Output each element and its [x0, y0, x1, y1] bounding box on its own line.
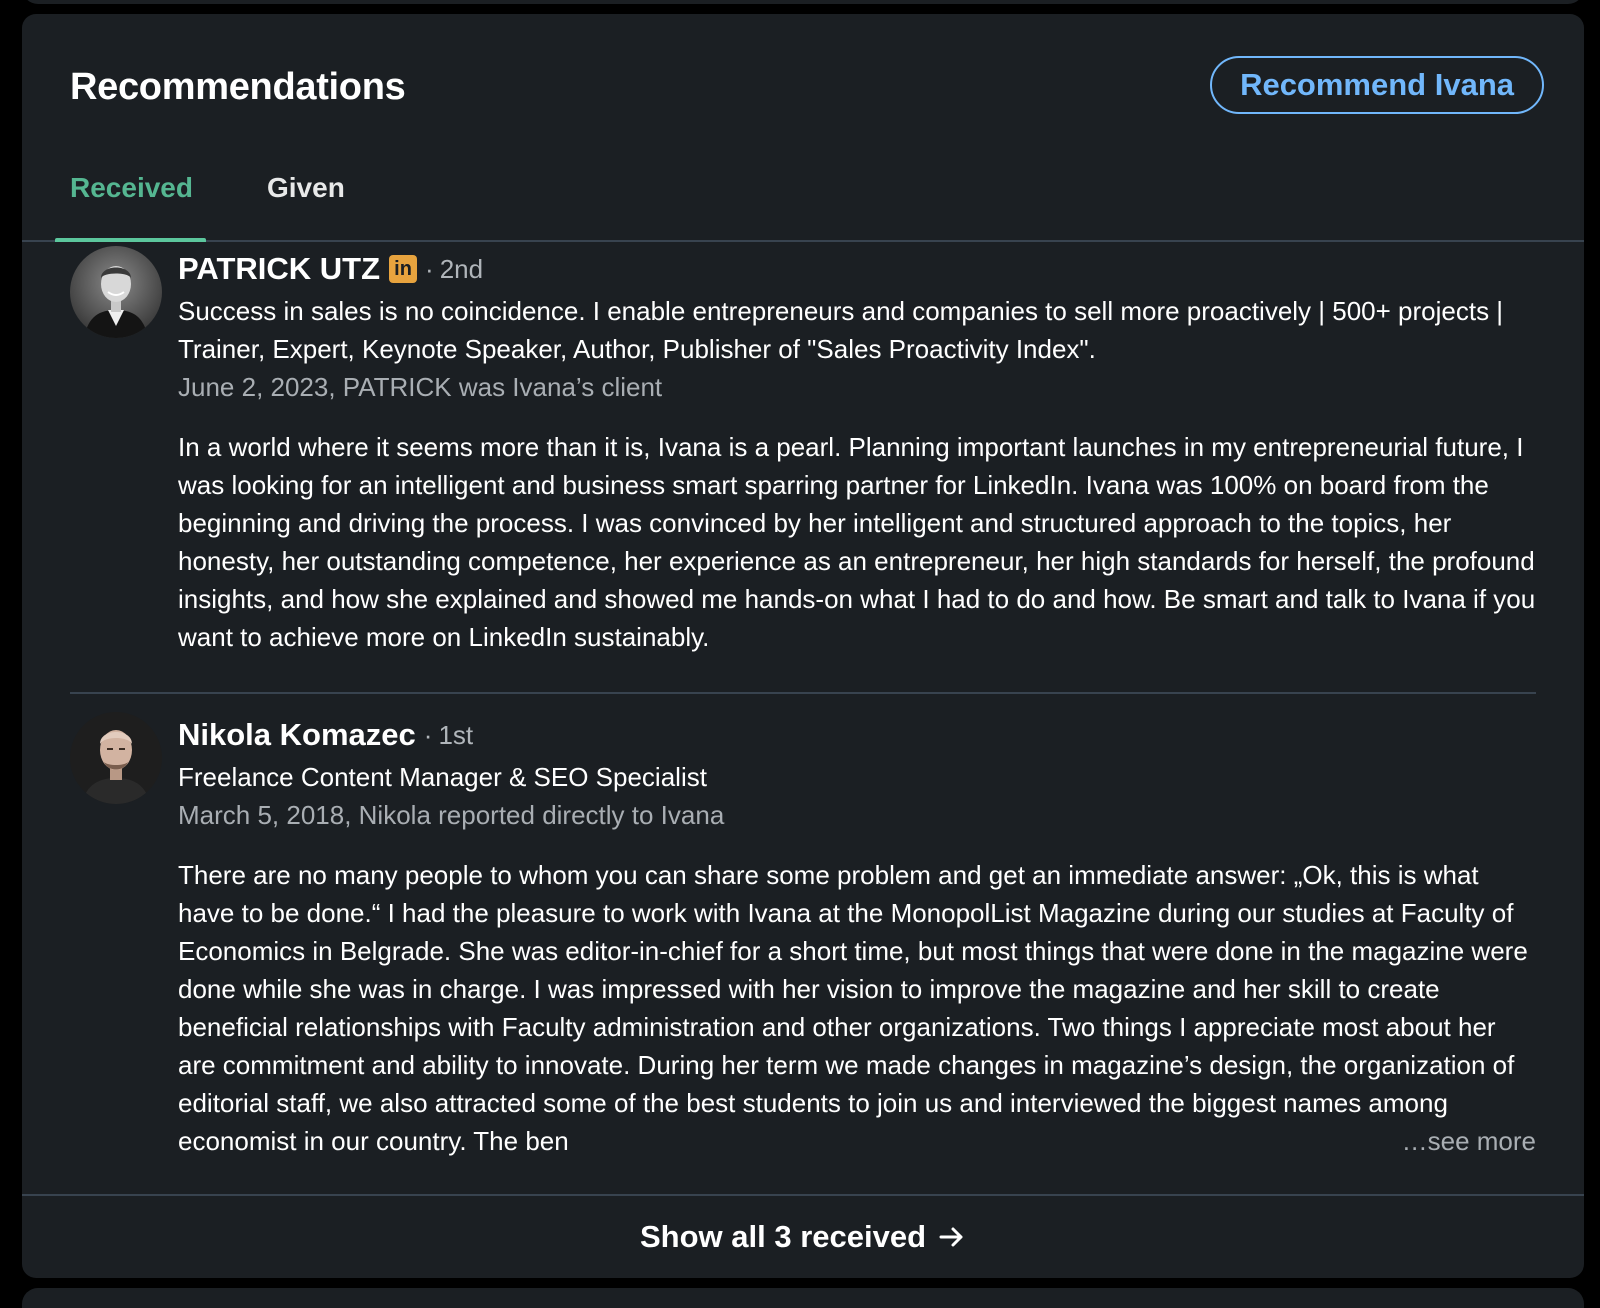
connection-degree: 2nd	[439, 253, 484, 284]
author-headline: Success in sales is no coincidence. I en…	[178, 296, 1504, 364]
author-name[interactable]: Nikola Komazec	[178, 717, 416, 753]
avatar[interactable]	[70, 712, 162, 804]
author-name[interactable]: PATRICK UTZ	[178, 251, 380, 287]
recommendations-card: Recommendations Recommend Ivana Received…	[22, 14, 1584, 1278]
recommendation-tabs: Received Given	[22, 154, 1584, 242]
recommendations-header: Recommendations Recommend Ivana	[70, 56, 1544, 120]
active-tab-indicator	[55, 238, 206, 242]
recommendation-text: There are no many people to whom you can…	[178, 860, 1528, 1156]
previous-section-card	[22, 0, 1584, 4]
see-more-button[interactable]: …see more	[1387, 1122, 1536, 1160]
section-title: Recommendations	[70, 66, 406, 108]
separator-dot: ·	[423, 719, 433, 750]
divider	[70, 692, 1536, 694]
recommendation-text-container: There are no many people to whom you can…	[178, 856, 1536, 1160]
avatar-photo-patrick	[70, 246, 162, 338]
linkedin-premium-icon: in	[389, 255, 418, 283]
recommendation-body: PATRICK UTZ in · 2nd Success in sales is…	[178, 246, 1536, 656]
next-section-card	[22, 1288, 1584, 1308]
author-headline: Freelance Content Manager & SEO Speciali…	[178, 762, 707, 792]
separator-dot: ·	[425, 253, 434, 284]
recommendation-body: Nikola Komazec · 1st Freelance Content M…	[178, 712, 1536, 1160]
author-line: Nikola Komazec · 1st	[178, 712, 1536, 758]
tab-given[interactable]: Given	[267, 172, 345, 204]
author-line: PATRICK UTZ in · 2nd	[178, 246, 1536, 292]
show-all-label: Show all 3 received	[639, 1219, 927, 1254]
avatar[interactable]	[70, 246, 162, 338]
show-all-received-button[interactable]: Show all 3 received	[22, 1194, 1584, 1278]
tab-received[interactable]: Received	[70, 172, 193, 204]
recommendation-text: In a world where it seems more than it i…	[178, 432, 1536, 652]
connection-degree: 1st	[438, 719, 474, 750]
recommend-button[interactable]: Recommend Ivana	[1210, 56, 1544, 114]
arrow-right-icon	[938, 1223, 966, 1251]
recommendation-date-relationship: March 5, 2018, Nikola reported directly …	[178, 800, 725, 830]
avatar-photo-nikola	[70, 712, 162, 804]
recommendation-date-relationship: June 2, 2023, PATRICK was Ivana’s client	[178, 372, 663, 402]
